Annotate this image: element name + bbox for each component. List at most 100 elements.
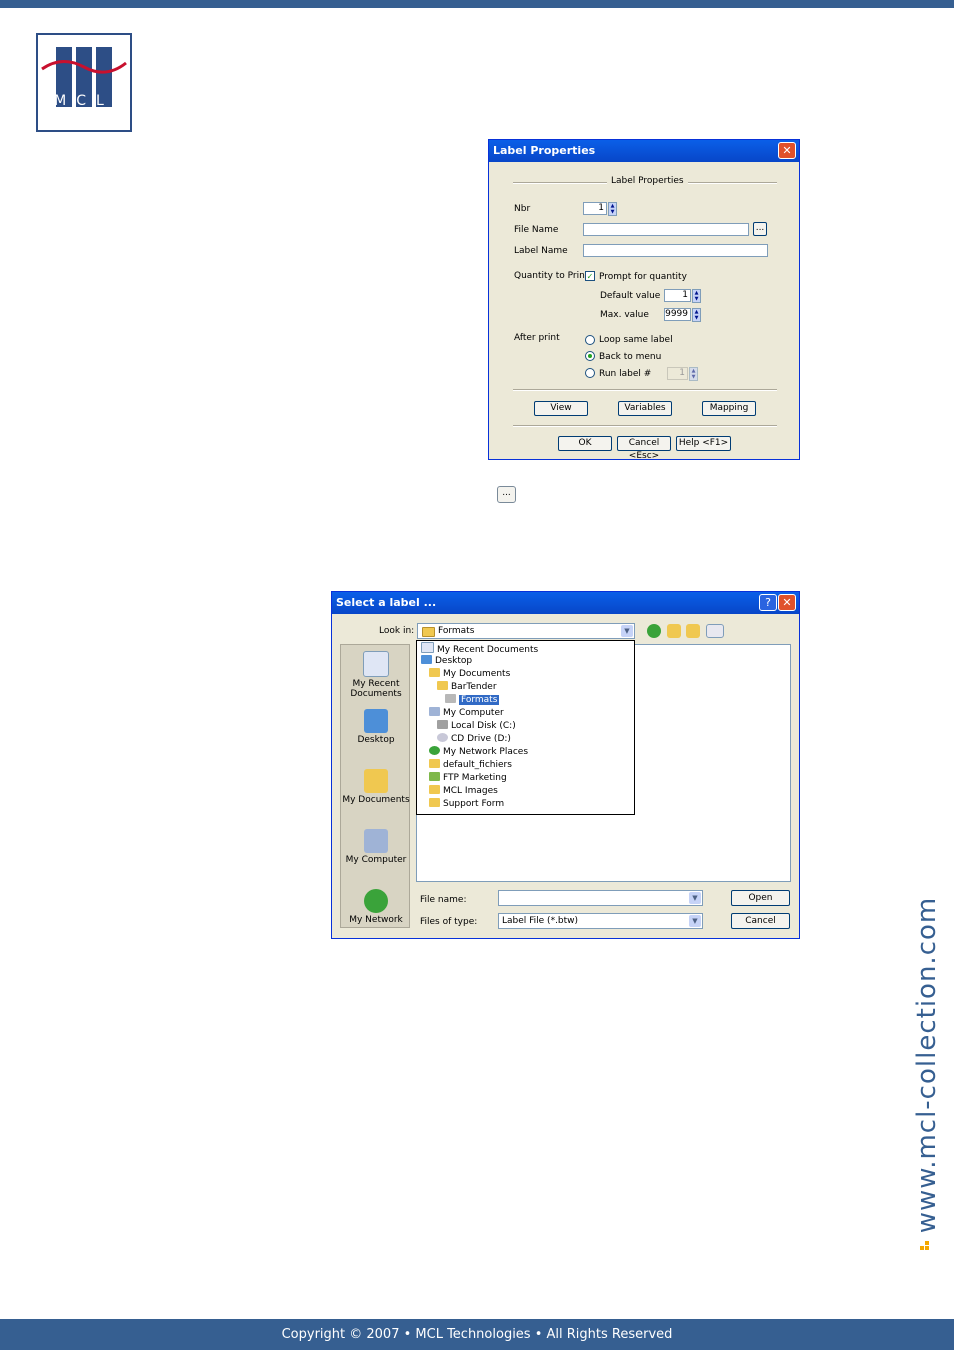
network-icon: [429, 746, 440, 755]
place-label: Desktop: [357, 735, 395, 745]
run-label-field[interactable]: 1: [667, 367, 688, 380]
dot: [925, 1241, 929, 1245]
place-my-computer[interactable]: My Computer: [341, 829, 411, 865]
place-desktop[interactable]: Desktop: [341, 709, 411, 745]
recent-documents-icon: [363, 651, 389, 677]
dots-icon: [920, 1240, 932, 1252]
chevron-down-icon[interactable]: ▼: [689, 892, 701, 904]
back-icon[interactable]: [647, 624, 661, 638]
dropdown-item-my-documents[interactable]: My Documents: [429, 668, 510, 681]
file-name-combo[interactable]: ▼: [498, 890, 703, 906]
max-value-field[interactable]: 9999: [664, 308, 691, 321]
look-in-value: Formats: [438, 626, 475, 636]
browse-button[interactable]: ...: [753, 222, 767, 236]
dropdown-item-bartender[interactable]: BarTender: [437, 681, 497, 694]
help-icon[interactable]: ?: [759, 594, 777, 611]
help-button[interactable]: Help <F1>: [676, 436, 731, 451]
nbr-field[interactable]: 1: [583, 202, 607, 215]
computer-icon: [429, 707, 440, 716]
look-in-combo[interactable]: Formats ▼: [417, 623, 635, 639]
dropdown-item-mcl-images[interactable]: MCL Images: [429, 785, 498, 798]
ok-button[interactable]: OK: [558, 436, 612, 451]
item-label: Formats: [459, 695, 500, 705]
max-value-spin-icon[interactable]: ▲ ▼: [692, 308, 701, 322]
up-folder-icon[interactable]: [667, 624, 681, 638]
quantity-label: Quantity to Print: [514, 271, 589, 281]
places-bar: My Recent Documents Desktop My Documents…: [340, 644, 410, 928]
look-in-label: Look in:: [379, 626, 415, 636]
default-value-field[interactable]: 1: [664, 289, 691, 302]
item-label: default_fichiers: [443, 760, 512, 770]
open-folder-icon: [445, 694, 456, 703]
place-my-recent-documents[interactable]: My Recent Documents: [341, 651, 411, 699]
side-url-text: www.mcl-collection.com: [912, 896, 942, 1234]
prompt-checkbox[interactable]: ✓: [585, 271, 595, 281]
dropdown-item-my-recent-documents[interactable]: My Recent Documents: [421, 642, 538, 655]
view-menu-icon[interactable]: [706, 624, 724, 638]
top-bar: [0, 0, 954, 8]
place-my-network[interactable]: My Network: [341, 889, 411, 925]
default-value-spin-icon[interactable]: ▲ ▼: [692, 289, 701, 303]
chevron-down-icon[interactable]: ▼: [689, 915, 701, 927]
dropdown-item-my-network-places[interactable]: My Network Places: [429, 746, 528, 759]
chevron-down-icon[interactable]: ▼: [621, 625, 633, 637]
folder-icon: [429, 798, 440, 807]
place-label: My Network: [349, 915, 403, 925]
radio-back-to-menu[interactable]: [585, 351, 595, 361]
browse-button[interactable]: ...: [497, 486, 516, 503]
run-label-spin-icon[interactable]: ▲ ▼: [689, 367, 698, 381]
item-label: Support Form: [443, 799, 505, 809]
dropdown-item-cd-drive[interactable]: CD Drive (D:): [437, 733, 511, 746]
files-of-type-combo[interactable]: Label File (*.btw) ▼: [498, 913, 703, 929]
folder-icon: [437, 681, 448, 690]
prompt-checkbox-label: Prompt for quantity: [599, 272, 687, 282]
folder-icon: [429, 759, 440, 768]
computer-icon: [364, 829, 388, 853]
dot: [925, 1246, 929, 1250]
mcl-logo: MCL TECHNOLOGIES: [36, 33, 132, 132]
open-button[interactable]: Open: [731, 890, 790, 906]
radio-label: Loop same label: [599, 335, 673, 345]
dropdown-item-my-computer[interactable]: My Computer: [429, 707, 504, 720]
file-name-field[interactable]: [583, 223, 749, 236]
item-label: CD Drive (D:): [451, 734, 511, 744]
look-in-dropdown: My Recent Documents Desktop My Documents…: [416, 640, 635, 815]
divider: [513, 389, 777, 391]
item-label: FTP Marketing: [443, 773, 507, 783]
dropdown-item-desktop[interactable]: Desktop: [421, 655, 472, 668]
folder-icon: [429, 785, 440, 794]
side-url: www.mcl-collection.com: [900, 870, 954, 1260]
dropdown-item-support-form[interactable]: Support Form: [429, 798, 504, 811]
ftp-folder-icon: [429, 772, 440, 781]
nbr-spin-icon[interactable]: ▲ ▼: [608, 202, 617, 216]
logo-subtitle: TECHNOLOGIES: [52, 111, 116, 120]
item-label: My Documents: [443, 669, 511, 679]
group-title: Label Properties: [607, 176, 688, 186]
radio-label: Back to menu: [599, 352, 662, 362]
view-button[interactable]: View: [534, 401, 588, 416]
radio-run-label[interactable]: [585, 368, 595, 378]
item-label: My Recent Documents: [437, 645, 539, 655]
dropdown-item-default-fichiers[interactable]: default_fichiers: [429, 759, 512, 772]
close-icon[interactable]: ✕: [778, 142, 796, 159]
close-icon[interactable]: ✕: [778, 594, 796, 611]
new-folder-icon[interactable]: [686, 624, 700, 638]
drive-icon: [437, 720, 448, 729]
folder-icon: [422, 627, 435, 637]
place-my-documents[interactable]: My Documents: [341, 769, 411, 805]
default-value-label: Default value: [600, 291, 661, 301]
cancel-button[interactable]: Cancel: [731, 913, 790, 929]
max-value-label: Max. value: [600, 310, 649, 320]
label-name-label: Label Name: [514, 246, 568, 256]
desktop-icon: [421, 655, 432, 664]
radio-loop-same-label[interactable]: [585, 335, 595, 345]
label-properties-dialog: Label Properties ✕ Label Properties Nbr …: [488, 139, 800, 461]
mapping-button[interactable]: Mapping: [702, 401, 756, 416]
dropdown-item-ftp-marketing[interactable]: FTP Marketing: [429, 772, 507, 785]
cancel-button[interactable]: Cancel <Esc>: [617, 436, 671, 461]
label-name-field[interactable]: [583, 244, 768, 257]
dropdown-item-local-disk[interactable]: Local Disk (C:): [437, 720, 516, 733]
variables-button[interactable]: Variables: [618, 401, 672, 416]
item-label: My Network Places: [443, 747, 529, 757]
dropdown-item-formats[interactable]: Formats: [445, 694, 500, 707]
